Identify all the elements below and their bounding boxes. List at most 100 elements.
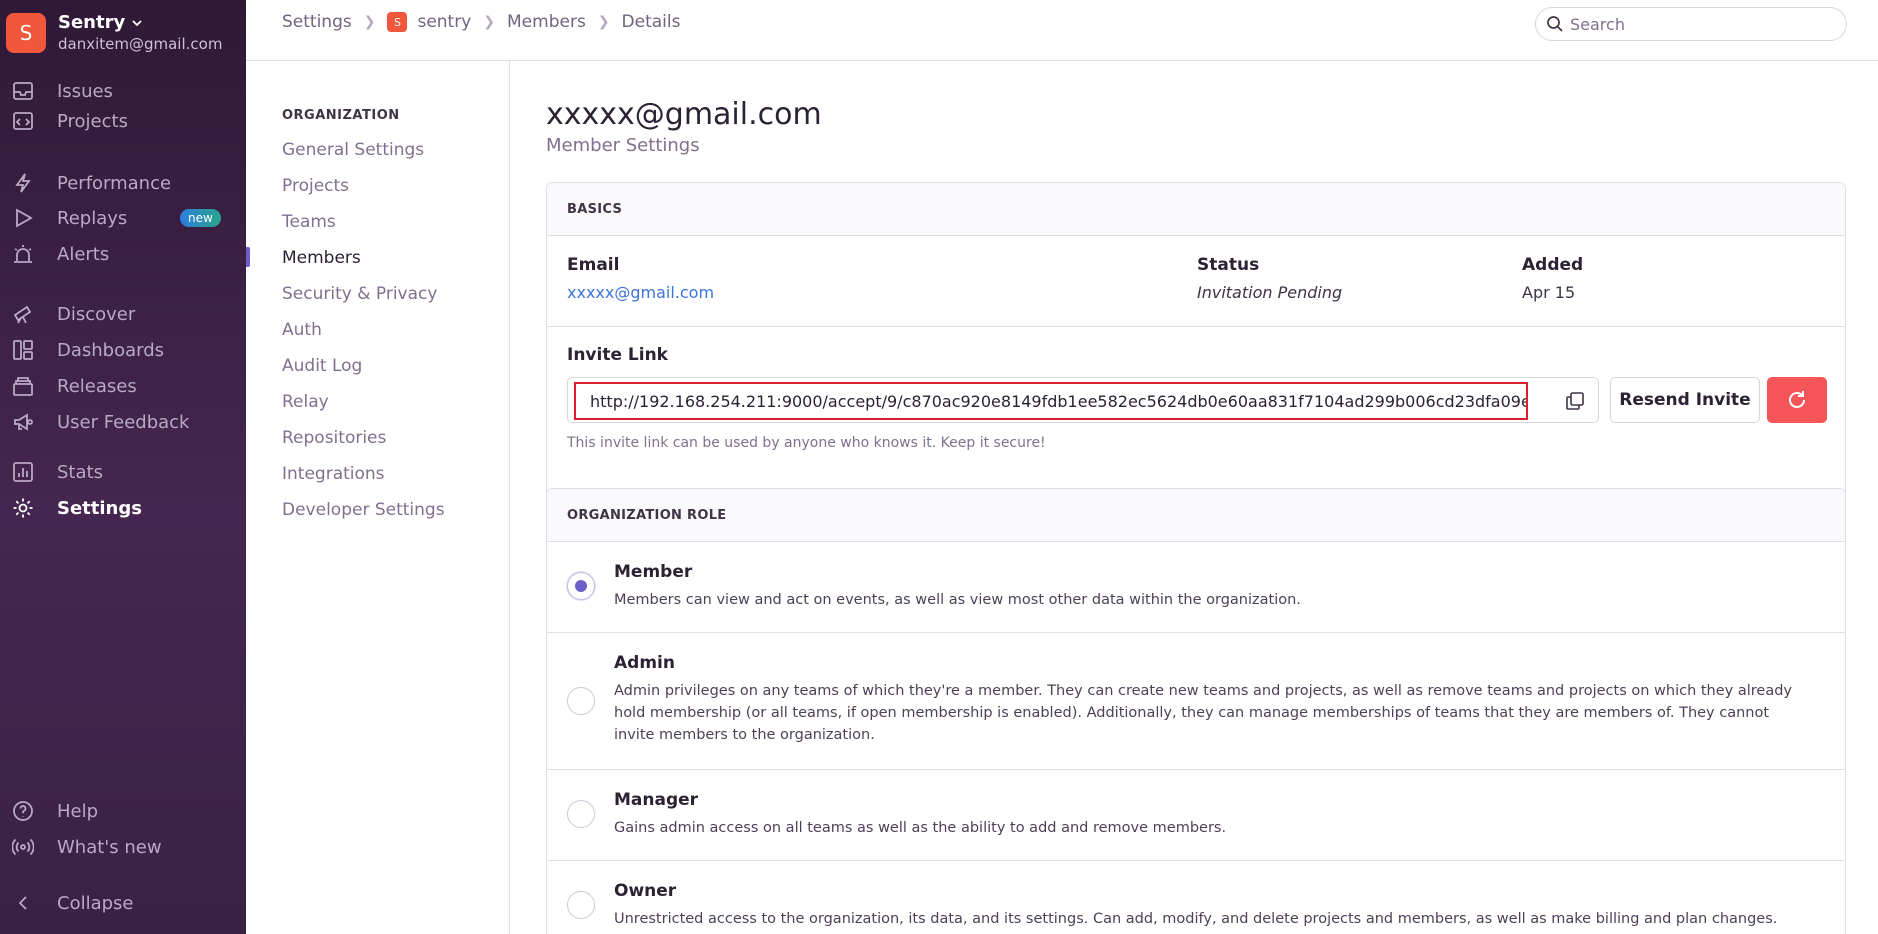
search-box[interactable] — [1535, 7, 1847, 41]
status-label: Status — [1197, 255, 1260, 275]
basics-header: BASICS — [547, 183, 1845, 236]
settings-nav-audit-log[interactable]: Audit Log — [282, 356, 362, 376]
settings-nav-heading: ORGANIZATION — [282, 108, 400, 123]
role-description: Gains admin access on all teams as well … — [614, 820, 1227, 836]
breadcrumb-project-label: sentry — [417, 12, 472, 32]
role-description: Admin privileges on any teams of which t… — [614, 683, 1793, 743]
sidebar-item-label: Projects — [57, 110, 128, 132]
sidebar-item-dashboards[interactable]: Dashboards — [0, 334, 246, 366]
main-content: xxxxx@gmail.com Member Settings BASICS E… — [510, 61, 1878, 934]
regenerate-link-button[interactable] — [1767, 377, 1827, 423]
invite-link-field[interactable]: http://192.168.254.211:9000/accept/9/c87… — [567, 377, 1599, 423]
sidebar-item-discover[interactable]: Discover — [0, 298, 246, 330]
role-name: Admin — [614, 653, 675, 673]
breadcrumb-separator-icon: ❯ — [597, 14, 610, 30]
invite-link-url[interactable]: http://192.168.254.211:9000/accept/9/c87… — [574, 382, 1528, 420]
role-description: Members can view and act on events, as w… — [614, 592, 1301, 608]
role-radio-member[interactable] — [567, 572, 595, 600]
settings-nav-teams[interactable]: Teams — [282, 212, 336, 232]
breadcrumb-separator-icon: ❯ — [363, 14, 376, 30]
sidebar-item-whats-new[interactable]: What's new — [0, 831, 246, 863]
role-name: Manager — [614, 790, 699, 810]
role-option-manager[interactable]: Manager Gains admin access on all teams … — [547, 770, 1845, 861]
sidebar-item-help[interactable]: Help — [0, 795, 246, 827]
role-option-owner[interactable]: Owner Unrestricted access to the organiz… — [547, 861, 1845, 934]
copy-icon[interactable] — [1564, 390, 1586, 412]
sidebar-item-replays[interactable]: Replays new — [0, 202, 246, 234]
sidebar-item-projects[interactable]: Projects — [0, 105, 246, 137]
project-avatar: S — [387, 12, 408, 32]
sidebar-item-label: Replays — [57, 207, 128, 229]
telescope-icon — [10, 301, 36, 327]
megaphone-icon — [10, 409, 36, 435]
sidebar-item-label: Collapse — [57, 892, 134, 914]
settings-nav-security-privacy[interactable]: Security & Privacy — [282, 284, 437, 304]
dashboard-icon — [10, 337, 36, 363]
lightning-icon — [10, 170, 36, 196]
sidebar-item-alerts[interactable]: Alerts — [0, 238, 246, 270]
org-name: Sentry — [58, 12, 126, 33]
role-radio-admin[interactable] — [567, 687, 595, 715]
box-icon — [10, 373, 36, 399]
sidebar-item-performance[interactable]: Performance — [0, 167, 246, 199]
added-value: Apr 15 — [1522, 283, 1576, 302]
role-description: Unrestricted access to the organization,… — [614, 911, 1778, 927]
settings-nav-projects[interactable]: Projects — [282, 176, 349, 196]
sidebar-item-issues[interactable]: Issues — [0, 75, 246, 107]
role-name: Member — [614, 562, 693, 582]
sidebar-item-label: Help — [57, 800, 99, 822]
basics-panel: BASICS Email xxxxx@gmail.com Status Invi… — [546, 182, 1846, 531]
breadcrumb-project[interactable]: S sentry — [387, 12, 471, 32]
sidebar-item-label: Performance — [57, 172, 172, 194]
role-option-admin[interactable]: Admin Admin privileges on any teams of w… — [547, 633, 1845, 770]
sidebar-item-label: Alerts — [57, 243, 110, 265]
refresh-icon — [1789, 391, 1805, 408]
breadcrumb-separator-icon: ❯ — [483, 14, 496, 30]
status-value: Invitation Pending — [1197, 283, 1343, 302]
page-title: xxxxx@gmail.com — [546, 97, 822, 132]
settings-nav-members[interactable]: Members — [282, 248, 361, 268]
org-email: danxitem@gmail.com — [58, 35, 223, 53]
breadcrumb-settings[interactable]: Settings — [282, 12, 352, 32]
settings-nav-relay[interactable]: Relay — [282, 392, 329, 412]
sidebar-item-label: Dashboards — [57, 339, 165, 361]
role-radio-owner[interactable] — [567, 891, 595, 919]
settings-nav-auth[interactable]: Auth — [282, 320, 322, 340]
org-role-panel: ORGANIZATION ROLE Member Members can vie… — [546, 488, 1846, 934]
sidebar-item-settings[interactable]: Settings — [0, 492, 246, 524]
role-radio-manager[interactable] — [567, 800, 595, 828]
breadcrumb-members[interactable]: Members — [507, 12, 586, 32]
sidebar-item-label: Discover — [57, 303, 136, 325]
sidebar-item-user-feedback[interactable]: User Feedback — [0, 406, 246, 438]
settings-nav-repositories[interactable]: Repositories — [282, 428, 386, 448]
search-input[interactable] — [1570, 14, 1830, 34]
sidebar-item-releases[interactable]: Releases — [0, 370, 246, 402]
projects-icon — [10, 108, 36, 134]
sidebar-collapse[interactable]: Collapse — [0, 887, 246, 919]
search-icon — [1547, 16, 1563, 32]
settings-nav: ORGANIZATION General Settings Projects T… — [246, 61, 510, 934]
chevron-down-icon — [132, 19, 142, 26]
invite-link-row: Invite Link http://192.168.254.211:9000/… — [547, 327, 1845, 469]
invite-link-label: Invite Link — [567, 345, 668, 365]
member-info-row: Email xxxxx@gmail.com Status Invitation … — [547, 236, 1845, 327]
gear-icon — [10, 495, 36, 521]
help-icon — [10, 798, 36, 824]
role-option-member[interactable]: Member Members can view and act on event… — [547, 542, 1845, 633]
role-name: Owner — [614, 881, 677, 901]
play-icon — [10, 205, 36, 231]
settings-nav-developer-settings[interactable]: Developer Settings — [282, 500, 445, 520]
sidebar-item-label: Settings — [57, 497, 142, 519]
email-link[interactable]: xxxxx@gmail.com — [567, 283, 714, 302]
settings-nav-integrations[interactable]: Integrations — [282, 464, 385, 484]
page-subtitle: Member Settings — [546, 135, 700, 156]
settings-nav-general-settings[interactable]: General Settings — [282, 140, 424, 160]
sidebar-item-label: What's new — [57, 836, 162, 858]
org-switcher[interactable]: S Sentry danxitem@gmail.com — [6, 12, 228, 53]
sidebar-item-label: User Feedback — [57, 411, 190, 433]
sidebar-item-label: Releases — [57, 375, 137, 397]
resend-invite-button[interactable]: Resend Invite — [1610, 377, 1760, 423]
active-indicator — [246, 247, 250, 267]
added-label: Added — [1522, 255, 1584, 275]
sidebar-item-stats[interactable]: Stats — [0, 456, 246, 488]
